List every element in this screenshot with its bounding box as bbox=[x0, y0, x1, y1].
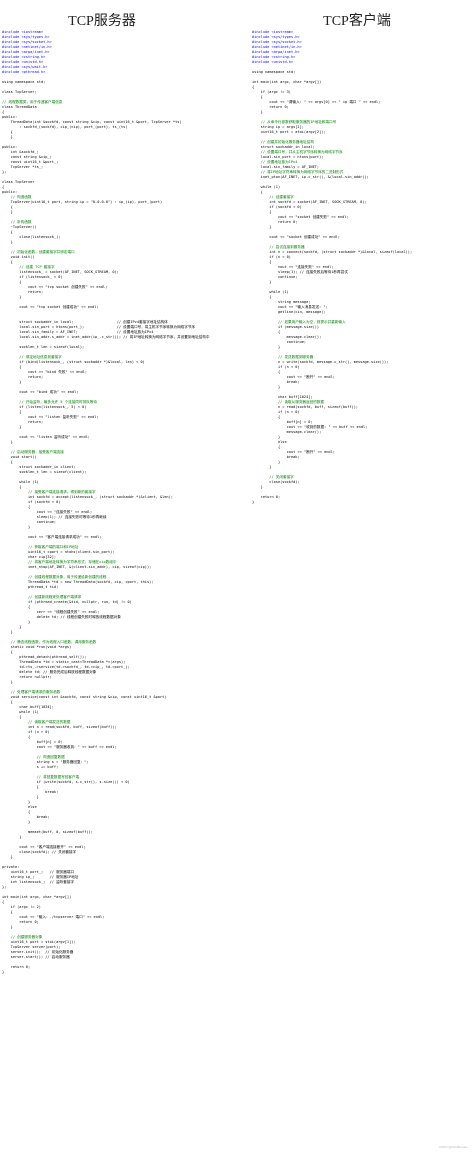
client-code-line: } bbox=[252, 500, 255, 504]
server-title: TCP服务器 bbox=[68, 14, 136, 29]
server-code-block: #include <iostream> #include <sys/types.h… bbox=[2, 30, 209, 975]
server-code-line: } bbox=[2, 970, 5, 974]
client-title: TCP客户端 bbox=[323, 14, 391, 29]
server-code-line: local.sin_addr.s_addr = inet_addr(ip_.c_… bbox=[2, 335, 210, 339]
client-code-block: #include <iostream> #include <sys/types.h… bbox=[252, 30, 412, 505]
watermark: CSDN @RainBreaker bbox=[438, 1145, 468, 1149]
